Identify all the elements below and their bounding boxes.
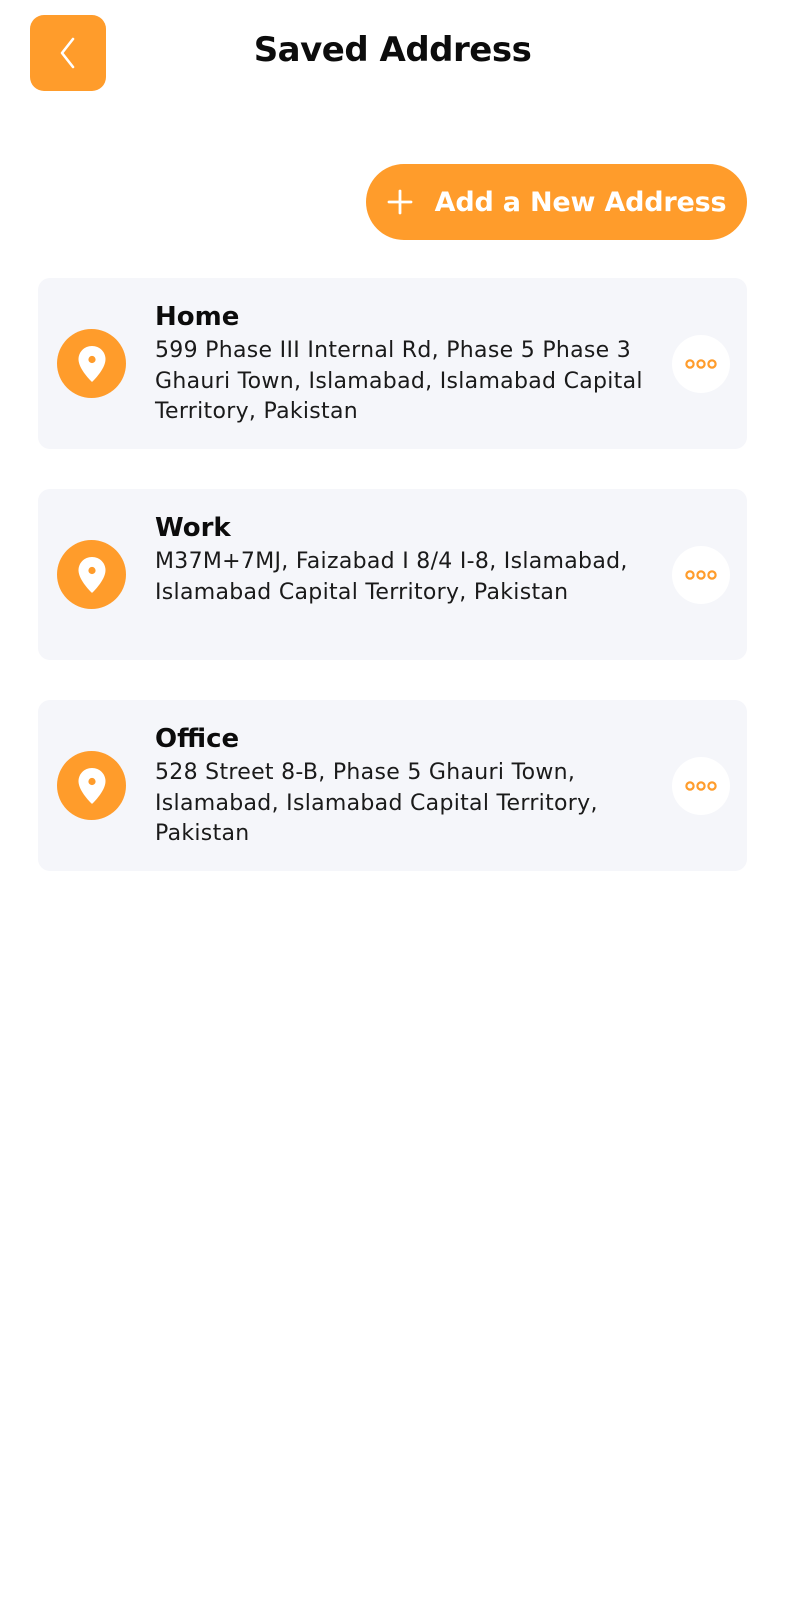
address-title: Office xyxy=(155,724,240,754)
address-text: 599 Phase III Internal Rd, Phase 5 Phase… xyxy=(155,338,643,424)
page-title: Saved Address xyxy=(253,30,532,70)
location-pin-badge xyxy=(57,329,126,398)
add-new-address-button[interactable]: Add a New Address xyxy=(366,164,747,240)
address-card-home[interactable]: Home 599 Phase III Internal Rd, Phase 5 … xyxy=(38,278,747,449)
location-pin-badge xyxy=(57,540,126,609)
more-options-icon xyxy=(685,570,717,580)
more-options-button[interactable] xyxy=(672,546,730,604)
address-title: Work xyxy=(155,513,231,543)
address-text: M37M+7MJ, Faizabad I 8/4 I-8, Islamabad,… xyxy=(155,549,628,605)
location-pin-icon xyxy=(78,767,105,804)
address-card-office[interactable]: Office 528 Street 8-B, Phase 5 Ghauri To… xyxy=(38,700,747,871)
add-new-address-label: Add a New Address xyxy=(434,186,727,218)
plus-icon xyxy=(387,189,413,215)
address-text: 528 Street 8-B, Phase 5 Ghauri Town, Isl… xyxy=(155,760,598,846)
location-pin-icon xyxy=(78,345,105,382)
address-card-work[interactable]: Work M37M+7MJ, Faizabad I 8/4 I-8, Islam… xyxy=(38,489,747,660)
address-list: Home 599 Phase III Internal Rd, Phase 5 … xyxy=(38,278,747,911)
more-options-button[interactable] xyxy=(672,757,730,815)
more-options-icon xyxy=(685,781,717,791)
address-title: Home xyxy=(155,302,240,332)
more-options-button[interactable] xyxy=(672,335,730,393)
more-options-icon xyxy=(685,359,717,369)
location-pin-badge xyxy=(57,751,126,820)
location-pin-icon xyxy=(78,556,105,593)
